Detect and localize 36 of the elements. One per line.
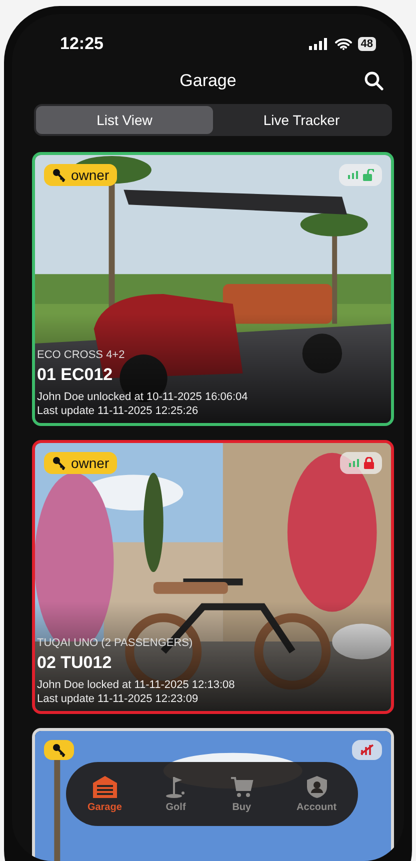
golf-flag-icon [164, 775, 187, 799]
vehicle-card[interactable]: owner ECO CROSS 4+2 01 EC012 John Doe unlocked at 10-11-2025 16:06:04 Last update 11-11-2025 12:25:26 [32, 152, 394, 426]
vehicle-plate: 01 EC012 [37, 365, 114, 385]
screen-title: Garage [180, 71, 236, 91]
open-padlock-icon [363, 169, 374, 181]
vehicle-model: ECO CROSS 4+2 [37, 349, 126, 361]
last-event: John Doe unlocked at 10-11-2025 16:06:04 [37, 391, 248, 403]
battery-indicator: 48 [358, 37, 376, 51]
search-icon[interactable] [364, 71, 384, 91]
nav-item[interactable]: Golf [158, 774, 193, 814]
garage-icon [90, 775, 119, 799]
signal-off-icon [360, 744, 374, 756]
role-label: owner [71, 455, 110, 471]
last-event: John Doe locked at 11-11-2025 12:13:08 [37, 679, 235, 691]
last-update: Last update 11-11-2025 12:23:09 [37, 693, 200, 705]
vehicle-card[interactable]: owner TUQAI UNO (2 PASSENGERS) 02 TU012 John Doe locked at 11-11-2025 12:13:08 Last update 11-11-2025 12:23:09 [32, 440, 394, 714]
clock-time: 12:25 [60, 34, 104, 54]
key-icon [52, 456, 66, 470]
nav-item[interactable]: Garage [81, 774, 128, 814]
nav-item[interactable]: Buy [224, 774, 260, 814]
key-icon [52, 743, 66, 757]
last-update: Last update 11-11-2025 12:25:26 [37, 405, 200, 417]
wifi-icon [334, 38, 352, 50]
nav-item[interactable]: Account [290, 774, 343, 814]
signal-icon [348, 458, 360, 468]
key-icon [52, 168, 66, 182]
vehicle-plate: 02 TU012 [37, 653, 113, 673]
padlock-icon [364, 457, 374, 469]
view-tab[interactable]: List View [36, 106, 213, 134]
signal-icon [308, 38, 329, 50]
signal-icon [347, 170, 359, 180]
cart-icon [230, 775, 254, 799]
role-label: owner [71, 167, 110, 183]
account-shield-icon [306, 775, 328, 799]
view-tab[interactable]: Live Tracker [213, 106, 390, 134]
vehicle-model: TUQAI UNO (2 PASSENGERS) [37, 637, 194, 649]
